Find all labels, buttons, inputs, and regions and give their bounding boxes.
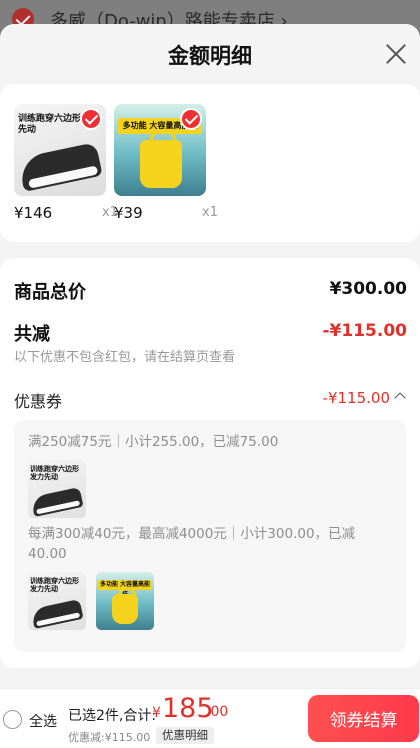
bag-image [112, 587, 138, 624]
shoe-image [30, 487, 84, 517]
product-image[interactable]: 训练跑穿六边形 发力先动 [14, 104, 106, 196]
radio-icon[interactable] [3, 710, 22, 729]
product-quantity: x1 [202, 205, 218, 220]
product-price: ¥39 [114, 204, 143, 222]
thumb-text: 训练跑穿六边形 发力先动 [30, 577, 79, 593]
coupon-rule: 每满300减40元，最高减4000元｜小计300.00，已减40.00 [28, 526, 356, 562]
product-item[interactable]: 多功能 大容量高能装 ¥39 x1 [114, 104, 218, 222]
select-all-label[interactable]: 全选 [29, 711, 57, 731]
coupon-item-thumb: 训练跑穿六边形 发力先动 [28, 460, 86, 518]
summary-card: 商品总价 ¥300.00 共减 -¥115.00 以下优惠不包含红包，请在结算页… [0, 258, 420, 668]
chevron-up-icon[interactable] [394, 392, 406, 404]
product-item[interactable]: 训练跑穿六边形 发力先动 ¥146 x1 [14, 104, 118, 222]
shoe-image [17, 142, 103, 192]
amount-detail-sheet: 金额明细 训练跑穿六边形 发力先动 ¥146 x1 多功能 大容量高能装 ¥39… [0, 24, 420, 748]
discount-detail-button[interactable]: 优惠明细 [156, 727, 214, 744]
total-discount-label: 共减 [14, 324, 50, 345]
total-currency: ¥ [152, 705, 161, 721]
thumb-text: 训练跑穿六边形 发力先动 [30, 465, 79, 481]
sheet-title: 金额明细 [168, 44, 252, 68]
saved-amount: 优惠减:¥115.00 [68, 731, 151, 744]
checkmark-icon [180, 108, 202, 130]
products-card: 训练跑穿六边形 发力先动 ¥146 x1 多功能 大容量高能装 ¥39 x1 [0, 84, 420, 242]
checkout-button[interactable]: 领券结算 [308, 695, 419, 742]
checkout-bar: 全选 已选2件,合计: ¥ 185 .00 优惠减:¥115.00 优惠明细 领… [0, 688, 420, 748]
coupon-label[interactable]: 优惠券 [14, 388, 62, 412]
total-discount-value: -¥115.00 [322, 321, 408, 341]
total-amount-decimal: .00 [206, 704, 229, 720]
selected-count-text: 已选2件,合计: [68, 708, 157, 724]
coupon-value[interactable]: -¥115.00 [323, 389, 390, 407]
bag-image [140, 130, 182, 188]
total-price-label: 商品总价 [14, 282, 86, 303]
product-price: ¥146 [14, 204, 53, 222]
product-image[interactable]: 多功能 大容量高能装 [114, 104, 206, 196]
coupon-rule: 满250减75元｜小计255.00，已减75.00 [28, 434, 279, 450]
coupon-details: 满250减75元｜小计255.00，已减75.00 训练跑穿六边形 发力先动 每… [14, 420, 406, 652]
sheet-header: 金额明细 [0, 24, 420, 84]
coupon-item-thumb: 训练跑穿六边形 发力先动 [28, 572, 86, 630]
coupon-item-thumb: 多功能 大容量高能装 [96, 572, 154, 630]
discount-note: 以下优惠不包含红包，请在结算页查看 [14, 350, 236, 365]
total-price-value: ¥300.00 [329, 279, 407, 299]
shoe-image [30, 599, 84, 629]
checkmark-icon [80, 108, 102, 130]
close-icon[interactable] [382, 40, 410, 68]
